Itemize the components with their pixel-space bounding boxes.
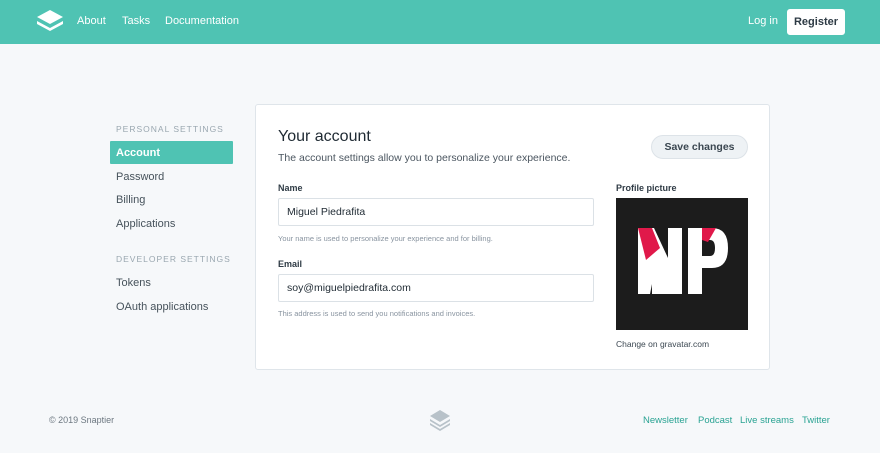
personal-settings-heading: PERSONAL SETTINGS: [116, 124, 224, 134]
avatar: [616, 198, 748, 330]
footer-link-newsletter[interactable]: Newsletter: [643, 415, 688, 426]
copyright-text: © 2019 Snaptier: [49, 415, 115, 425]
sidebar-item-oauth-applications[interactable]: OAuth applications: [110, 295, 233, 318]
nav-about-link[interactable]: About: [77, 15, 106, 27]
nav-documentation-link[interactable]: Documentation: [165, 15, 239, 27]
change-on-gravatar-link[interactable]: Change on gravatar.com: [616, 339, 709, 349]
nav-tasks-link[interactable]: Tasks: [122, 15, 150, 27]
name-field[interactable]: [278, 198, 594, 226]
email-help-text: This address is used to send you notific…: [278, 309, 476, 318]
name-label: Name: [278, 183, 303, 193]
page-description: The account settings allow you to person…: [278, 152, 571, 164]
save-changes-button[interactable]: Save changes: [651, 135, 748, 159]
profile-picture-label: Profile picture: [616, 183, 677, 193]
mp-logo-image: [638, 228, 728, 294]
email-field[interactable]: [278, 274, 594, 302]
footer-link-live-streams[interactable]: Live streams: [740, 415, 794, 426]
account-settings-card: Your account The account settings allow …: [255, 104, 770, 370]
sidebar-item-billing[interactable]: Billing: [110, 188, 233, 211]
sidebar-item-applications[interactable]: Applications: [110, 212, 233, 235]
footer-logo-icon: [428, 408, 452, 432]
sidebar-item-account[interactable]: Account: [110, 141, 233, 164]
sidebar-item-password[interactable]: Password: [110, 165, 233, 188]
footer-link-twitter[interactable]: Twitter: [802, 415, 830, 426]
page-title: Your account: [278, 128, 371, 145]
footer-link-podcast[interactable]: Podcast: [698, 415, 732, 426]
login-link[interactable]: Log in: [748, 15, 778, 27]
sidebar-item-tokens[interactable]: Tokens: [110, 271, 233, 294]
top-navbar: About Tasks Documentation Log in Registe…: [0, 0, 880, 44]
developer-settings-heading: DEVELOPER SETTINGS: [116, 254, 231, 264]
email-label: Email: [278, 259, 303, 269]
snaptier-logo-icon[interactable]: [35, 8, 65, 36]
name-help-text: Your name is used to personalize your ex…: [278, 234, 493, 243]
register-button[interactable]: Register: [787, 9, 845, 35]
